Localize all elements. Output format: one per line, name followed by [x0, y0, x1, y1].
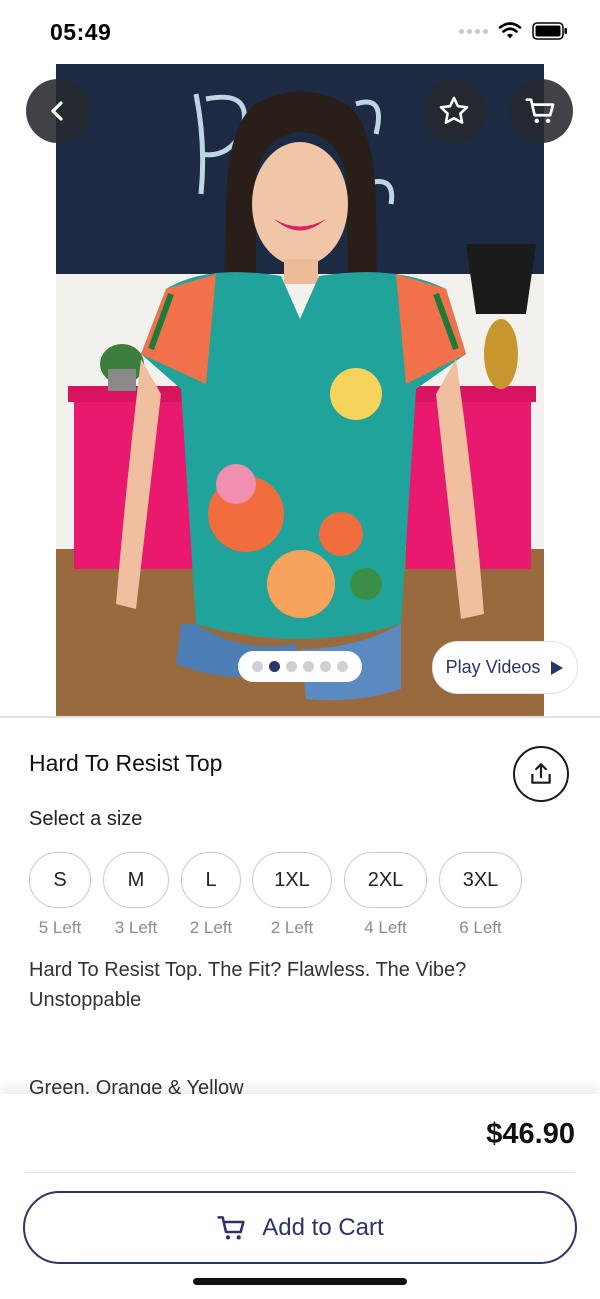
size-option-s[interactable]: S — [29, 852, 91, 908]
home-indicator[interactable] — [193, 1278, 407, 1285]
play-videos-button[interactable]: Play Videos — [432, 641, 578, 694]
size-option-3xl[interactable]: 3XL — [439, 852, 522, 908]
page-dot[interactable] — [286, 661, 297, 672]
favorite-button[interactable] — [422, 79, 486, 143]
size-option-l[interactable]: L — [181, 852, 241, 908]
image-divider — [0, 716, 600, 718]
size-stock-s: 5 Left — [38, 918, 82, 937]
product-description: Hard To Resist Top. The Fit? Flawless. T… — [29, 959, 467, 1011]
select-size-label: Select a size — [29, 808, 143, 830]
product-price: $46.90 — [486, 1118, 575, 1150]
share-icon — [531, 763, 551, 784]
chevron-left-icon — [51, 101, 63, 121]
size-stock-l: 2 Left — [189, 918, 233, 937]
status-icons — [459, 22, 568, 40]
product-title: Hard To Resist Top — [29, 750, 223, 776]
back-button[interactable] — [26, 79, 90, 143]
page-dot[interactable] — [252, 661, 263, 672]
product-image[interactable] — [56, 64, 544, 716]
size-stock-1xl: 2 Left — [270, 918, 314, 937]
wifi-icon — [498, 22, 522, 39]
battery-icon — [532, 22, 567, 40]
share-button[interactable] — [513, 746, 569, 802]
size-stock-2xl: 4 Left — [364, 918, 407, 937]
price-divider — [25, 1172, 575, 1173]
play-videos-label: Play Videos — [445, 657, 541, 677]
size-option-m[interactable]: M — [103, 852, 169, 908]
size-stock-m: 3 Left — [114, 918, 158, 937]
cart-button[interactable] — [509, 79, 573, 143]
add-to-cart-label: Add to Cart — [262, 1213, 384, 1241]
cart-icon — [217, 1215, 245, 1239]
image-page-indicator[interactable] — [238, 651, 362, 682]
page-dot[interactable] — [337, 661, 348, 672]
page-dot[interactable] — [303, 661, 314, 672]
status-bar: 05:49 — [0, 0, 600, 64]
size-option-1xl[interactable]: 1XL — [252, 852, 332, 908]
cart-icon — [525, 98, 555, 124]
signal-icon — [459, 28, 488, 34]
size-option-2xl[interactable]: 2XL — [344, 852, 427, 908]
play-icon — [551, 660, 564, 675]
page-dot-active[interactable] — [269, 661, 280, 672]
add-to-cart-button[interactable]: Add to Cart — [23, 1191, 577, 1264]
page-dot[interactable] — [320, 661, 331, 672]
star-outline-icon — [439, 96, 469, 124]
size-stock-3xl: 6 Left — [459, 918, 502, 937]
status-time: 05:49 — [50, 19, 112, 45]
